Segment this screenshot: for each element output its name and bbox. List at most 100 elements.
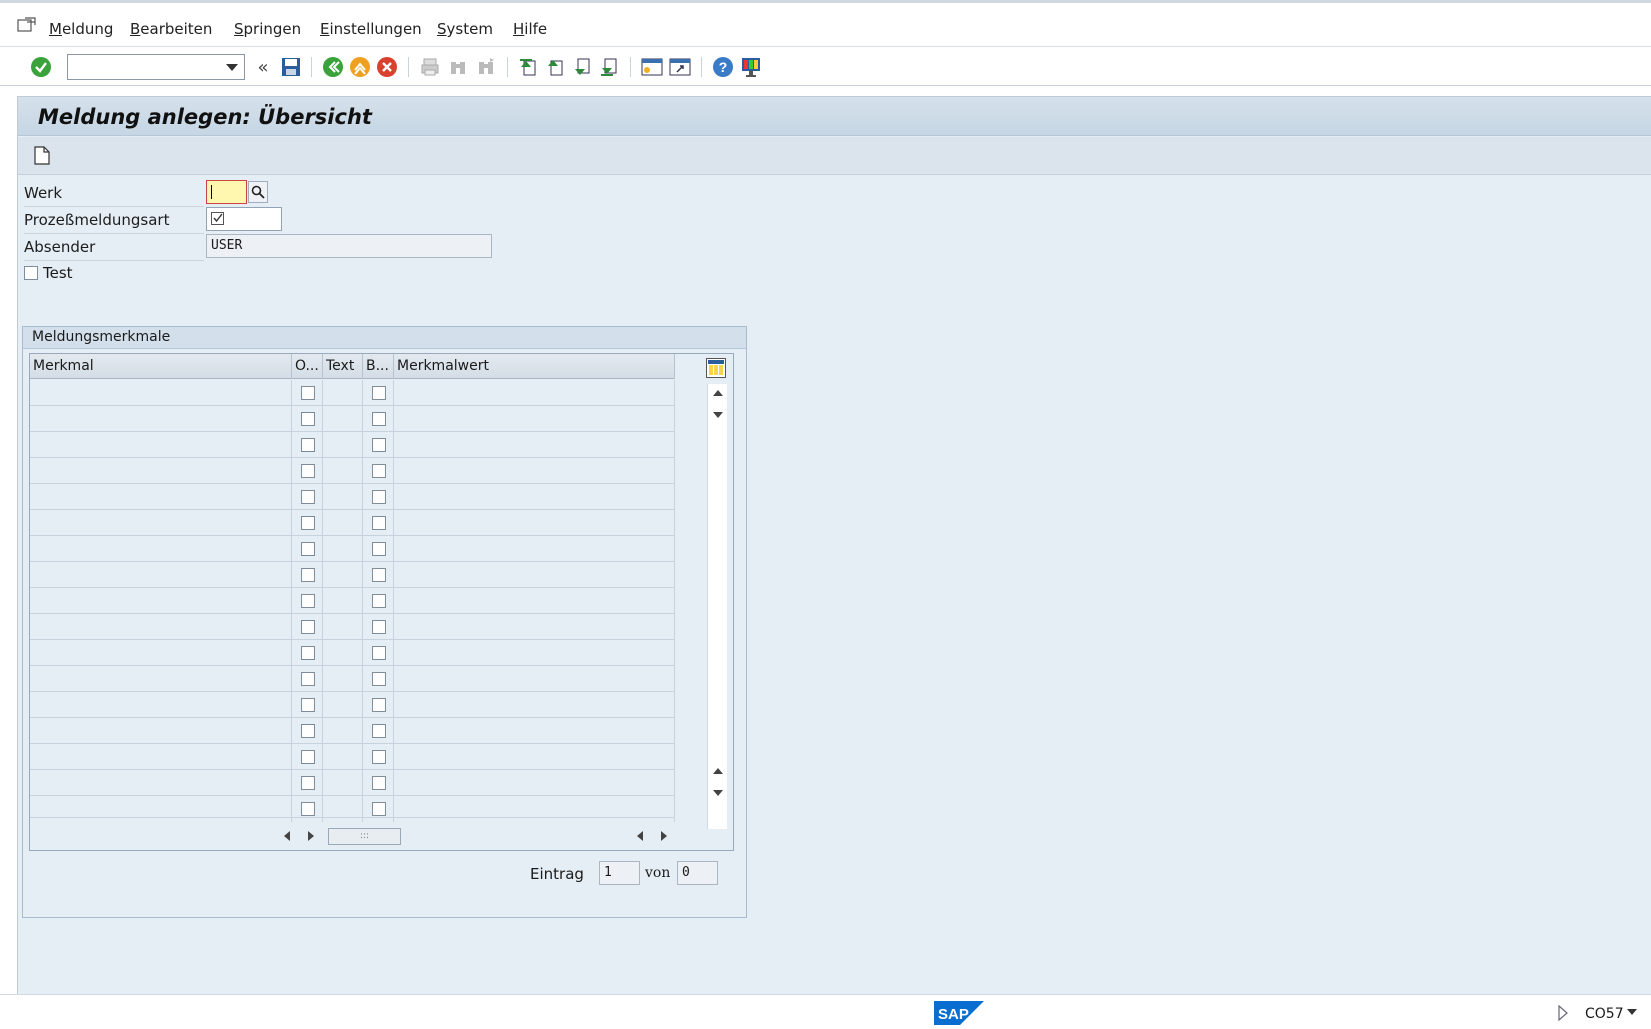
row-checkbox-b[interactable] [372, 594, 386, 608]
cell-merkmalwert[interactable] [394, 718, 675, 744]
table-row[interactable] [30, 484, 675, 510]
cell-merkmal[interactable] [30, 562, 292, 588]
cell-merkmalwert[interactable] [394, 484, 675, 510]
previous-page-icon[interactable] [543, 55, 567, 79]
cell-text[interactable] [323, 458, 363, 484]
find-next-icon[interactable] [474, 55, 498, 79]
cell-o[interactable] [292, 718, 323, 744]
double-left-icon[interactable]: « [251, 55, 275, 79]
cell-merkmal[interactable] [30, 536, 292, 562]
menu-hilfe[interactable]: Hilfe [513, 20, 547, 38]
column-b[interactable]: B... [363, 354, 394, 379]
cell-text[interactable] [323, 432, 363, 458]
print-icon[interactable] [418, 55, 442, 79]
first-page-icon[interactable] [516, 55, 540, 79]
cell-merkmalwert[interactable] [394, 770, 675, 796]
cell-text[interactable] [323, 484, 363, 510]
cell-text[interactable] [323, 406, 363, 432]
save-icon[interactable] [279, 55, 303, 79]
cell-b[interactable] [363, 380, 394, 406]
cell-b[interactable] [363, 692, 394, 718]
cell-merkmal[interactable] [30, 744, 292, 770]
cell-b[interactable] [363, 510, 394, 536]
last-page-icon[interactable] [597, 55, 621, 79]
cell-merkmalwert[interactable] [394, 380, 675, 406]
search-help-icon[interactable] [248, 181, 268, 203]
cell-o[interactable] [292, 484, 323, 510]
cell-merkmalwert[interactable] [394, 666, 675, 692]
cell-text[interactable] [323, 718, 363, 744]
cell-merkmal[interactable] [30, 484, 292, 510]
cell-o[interactable] [292, 640, 323, 666]
menu-system[interactable]: System [437, 20, 493, 38]
test-checkbox[interactable] [24, 266, 38, 280]
table-row[interactable] [30, 770, 675, 796]
scroll-thumb[interactable]: ::: [328, 828, 401, 845]
horizontal-scrollbar[interactable]: ::: [280, 826, 675, 846]
cell-o[interactable] [292, 458, 323, 484]
cell-o[interactable] [292, 744, 323, 770]
table-row[interactable] [30, 666, 675, 692]
table-row[interactable] [30, 796, 675, 822]
cell-merkmalwert[interactable] [394, 744, 675, 770]
column-merkmal[interactable]: Merkmal [30, 354, 292, 379]
row-checkbox-b[interactable] [372, 750, 386, 764]
table-row[interactable] [30, 640, 675, 666]
cell-o[interactable] [292, 432, 323, 458]
cell-merkmalwert[interactable] [394, 640, 675, 666]
cell-b[interactable] [363, 536, 394, 562]
cell-text[interactable] [323, 640, 363, 666]
row-checkbox-o[interactable] [301, 568, 315, 582]
cell-text[interactable] [323, 614, 363, 640]
cell-merkmal[interactable] [30, 718, 292, 744]
cell-b[interactable] [363, 562, 394, 588]
cell-merkmal[interactable] [30, 588, 292, 614]
cell-o[interactable] [292, 614, 323, 640]
chevron-down-icon[interactable] [226, 64, 238, 71]
row-checkbox-b[interactable] [372, 672, 386, 686]
cell-merkmalwert[interactable] [394, 510, 675, 536]
row-checkbox-o[interactable] [301, 672, 315, 686]
cell-o[interactable] [292, 692, 323, 718]
row-checkbox-b[interactable] [372, 516, 386, 530]
cell-b[interactable] [363, 796, 394, 822]
cell-text[interactable] [323, 536, 363, 562]
cell-merkmal[interactable] [30, 796, 292, 822]
table-row[interactable] [30, 692, 675, 718]
prozessmeldungsart-field[interactable] [206, 207, 282, 231]
cell-o[interactable] [292, 770, 323, 796]
menu-springen[interactable]: Springen [234, 20, 301, 38]
command-field[interactable] [67, 54, 245, 80]
row-checkbox-b[interactable] [372, 620, 386, 634]
find-icon[interactable] [446, 55, 470, 79]
cell-o[interactable] [292, 796, 323, 822]
cell-b[interactable] [363, 718, 394, 744]
cell-merkmal[interactable] [30, 614, 292, 640]
entry-field[interactable]: 1 [599, 861, 640, 885]
cell-merkmalwert[interactable] [394, 588, 675, 614]
cell-o[interactable] [292, 666, 323, 692]
cell-merkmal[interactable] [30, 666, 292, 692]
row-checkbox-o[interactable] [301, 490, 315, 504]
row-checkbox-o[interactable] [301, 698, 315, 712]
scroll-page-down-icon[interactable] [713, 790, 723, 796]
row-checkbox-b[interactable] [372, 490, 386, 504]
cell-o[interactable] [292, 510, 323, 536]
scroll-right-icon[interactable] [308, 831, 314, 841]
row-checkbox-b[interactable] [372, 698, 386, 712]
row-checkbox-o[interactable] [301, 750, 315, 764]
cell-b[interactable] [363, 588, 394, 614]
cell-o[interactable] [292, 562, 323, 588]
cell-b[interactable] [363, 640, 394, 666]
table-row[interactable] [30, 614, 675, 640]
cell-merkmal[interactable] [30, 432, 292, 458]
cell-merkmalwert[interactable] [394, 458, 675, 484]
cell-merkmal[interactable] [30, 380, 292, 406]
table-row[interactable] [30, 510, 675, 536]
enter-icon[interactable] [29, 55, 53, 79]
cell-b[interactable] [363, 432, 394, 458]
cell-merkmalwert[interactable] [394, 432, 675, 458]
row-checkbox-o[interactable] [301, 646, 315, 660]
cell-merkmalwert[interactable] [394, 562, 675, 588]
row-checkbox-b[interactable] [372, 386, 386, 400]
